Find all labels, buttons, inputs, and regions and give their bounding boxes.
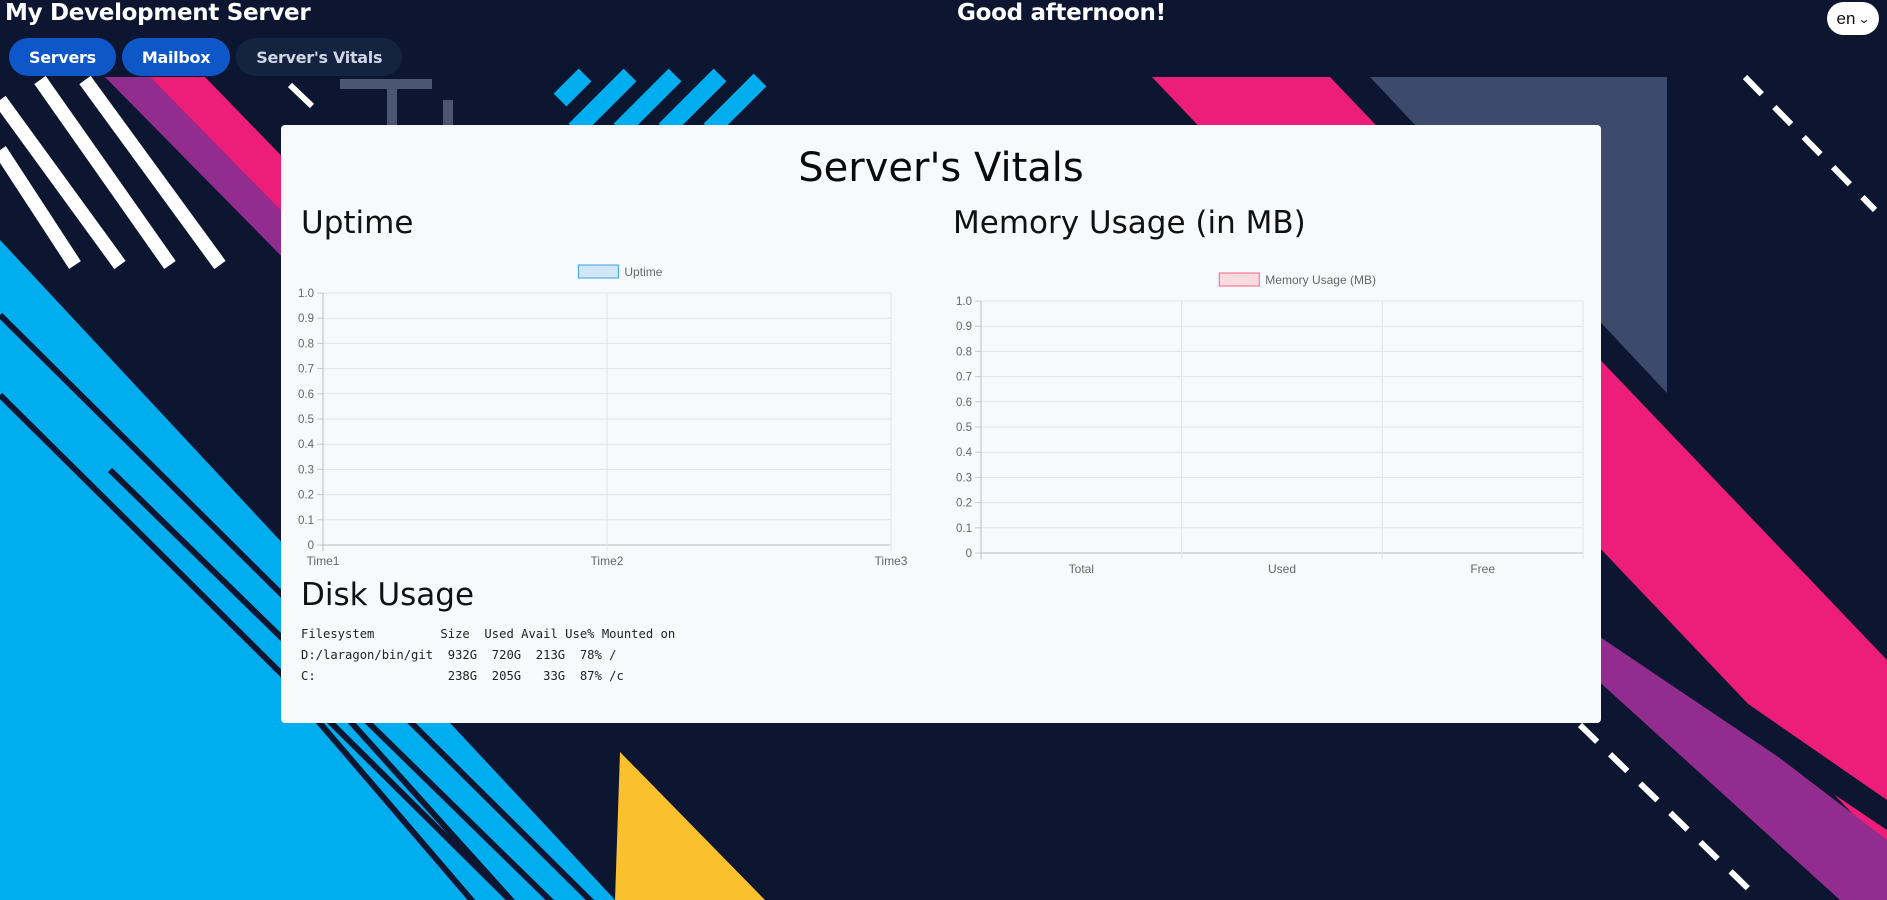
- nav-servers-button[interactable]: Servers: [9, 38, 116, 76]
- disk-usage-output: Filesystem Size Used Avail Use% Mounted …: [301, 624, 675, 687]
- main-nav: Servers Mailbox Server's Vitals: [9, 38, 403, 76]
- x-tick-label: Time1: [307, 554, 340, 567]
- uptime-heading: Uptime: [301, 205, 414, 241]
- y-tick-label: 0.7: [956, 372, 972, 384]
- disk-usage-row: D:/laragon/bin/git 932G 720G 213G 78% /: [301, 648, 617, 662]
- language-select-value: en: [1836, 8, 1856, 28]
- y-tick-label: 0: [966, 548, 972, 560]
- x-tick-label: Used: [1268, 562, 1296, 575]
- disk-usage-row: C: 238G 205G 33G 87% /c: [301, 669, 624, 683]
- legend-label: Uptime: [624, 265, 662, 279]
- y-tick-label: 0.7: [298, 364, 314, 376]
- y-tick-label: 0.2: [956, 498, 972, 510]
- y-tick-label: 0.4: [956, 447, 973, 459]
- greeting: Good afternoon!: [957, 0, 1166, 26]
- vitals-card: Server's Vitals Uptime Uptime 1.0 0.9 0.8 0.…: [281, 125, 1601, 723]
- memory-heading: Memory Usage (in MB): [953, 205, 1306, 241]
- disk-usage-header-row: Filesystem Size Used Avail Use% Mounted …: [301, 627, 676, 641]
- legend-swatch: [1218, 272, 1260, 287]
- y-tick-label: 0.8: [956, 346, 972, 358]
- y-tick-label: 0.9: [298, 313, 314, 325]
- y-tick-label: 0: [308, 540, 314, 552]
- y-tick-label: 1.0: [298, 288, 314, 300]
- y-tick-label: 0.9: [956, 321, 972, 333]
- nav-mailbox-button[interactable]: Mailbox: [121, 38, 231, 76]
- x-tick-label: Time2: [591, 554, 624, 567]
- x-tick-label: Free: [1470, 562, 1495, 575]
- language-select[interactable]: en ⌄: [1827, 2, 1879, 35]
- y-tick-label: 0.3: [298, 464, 314, 476]
- y-tick-label: 0.4: [298, 439, 315, 451]
- site-title[interactable]: My Development Server: [5, 0, 311, 26]
- y-tick-label: 0.2: [298, 490, 314, 502]
- y-tick-label: 1.0: [956, 296, 972, 308]
- memory-usage-chart: Memory Usage (MB) 1.0 0.9 0.8 0.7 0.6 0.5 0.4 0.…: [956, 272, 1584, 575]
- chevron-down-icon: ⌄: [1857, 11, 1871, 26]
- y-tick-label: 0.5: [298, 414, 314, 426]
- top-bar: My Development Server Good afternoon! en…: [0, 0, 1887, 80]
- uptime-chart: Uptime 1.0 0.9 0.8 0.7 0.6 0.5 0.4 0.3 0.2 0.1 0 Tim…: [298, 264, 908, 567]
- x-tick-label: Time3: [875, 554, 908, 567]
- y-tick-label: 0.6: [956, 397, 972, 409]
- y-tick-label: 0.1: [298, 515, 314, 527]
- y-tick-label: 0.3: [956, 472, 972, 484]
- y-tick-label: 0.6: [298, 389, 314, 401]
- y-tick-label: 0.8: [298, 338, 314, 350]
- page-title: Server's Vitals: [798, 145, 1084, 191]
- disk-usage-heading: Disk Usage: [301, 577, 475, 613]
- y-tick-label: 0.5: [956, 422, 972, 434]
- legend-label: Memory Usage (MB): [1265, 273, 1376, 287]
- nav-servers-vitals-button[interactable]: Server's Vitals: [236, 38, 403, 76]
- y-tick-label: 0.1: [956, 523, 972, 535]
- x-tick-label: Total: [1069, 562, 1094, 575]
- legend-swatch: [577, 264, 619, 279]
